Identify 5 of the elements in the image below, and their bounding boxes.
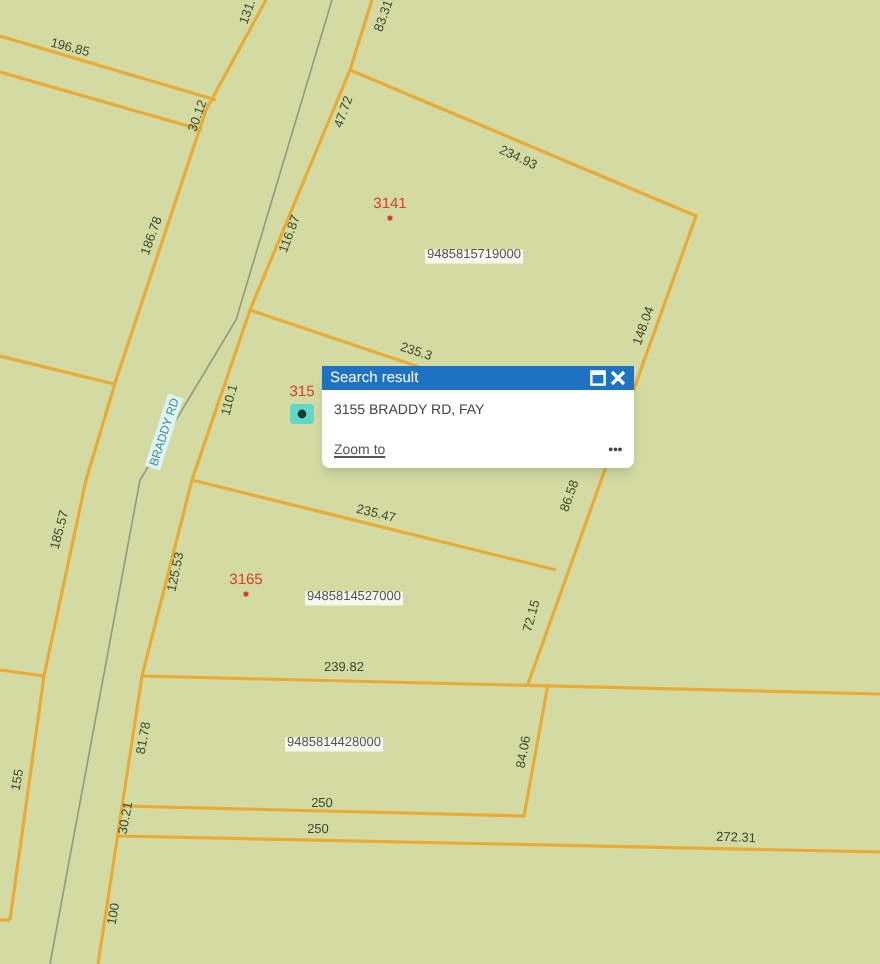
selected-location-marker-icon[interactable] (290, 404, 314, 424)
parcel-point-icon (387, 215, 393, 221)
close-icon[interactable] (610, 370, 626, 386)
parcel-point-icon (243, 591, 249, 597)
maximize-icon[interactable] (590, 370, 606, 386)
